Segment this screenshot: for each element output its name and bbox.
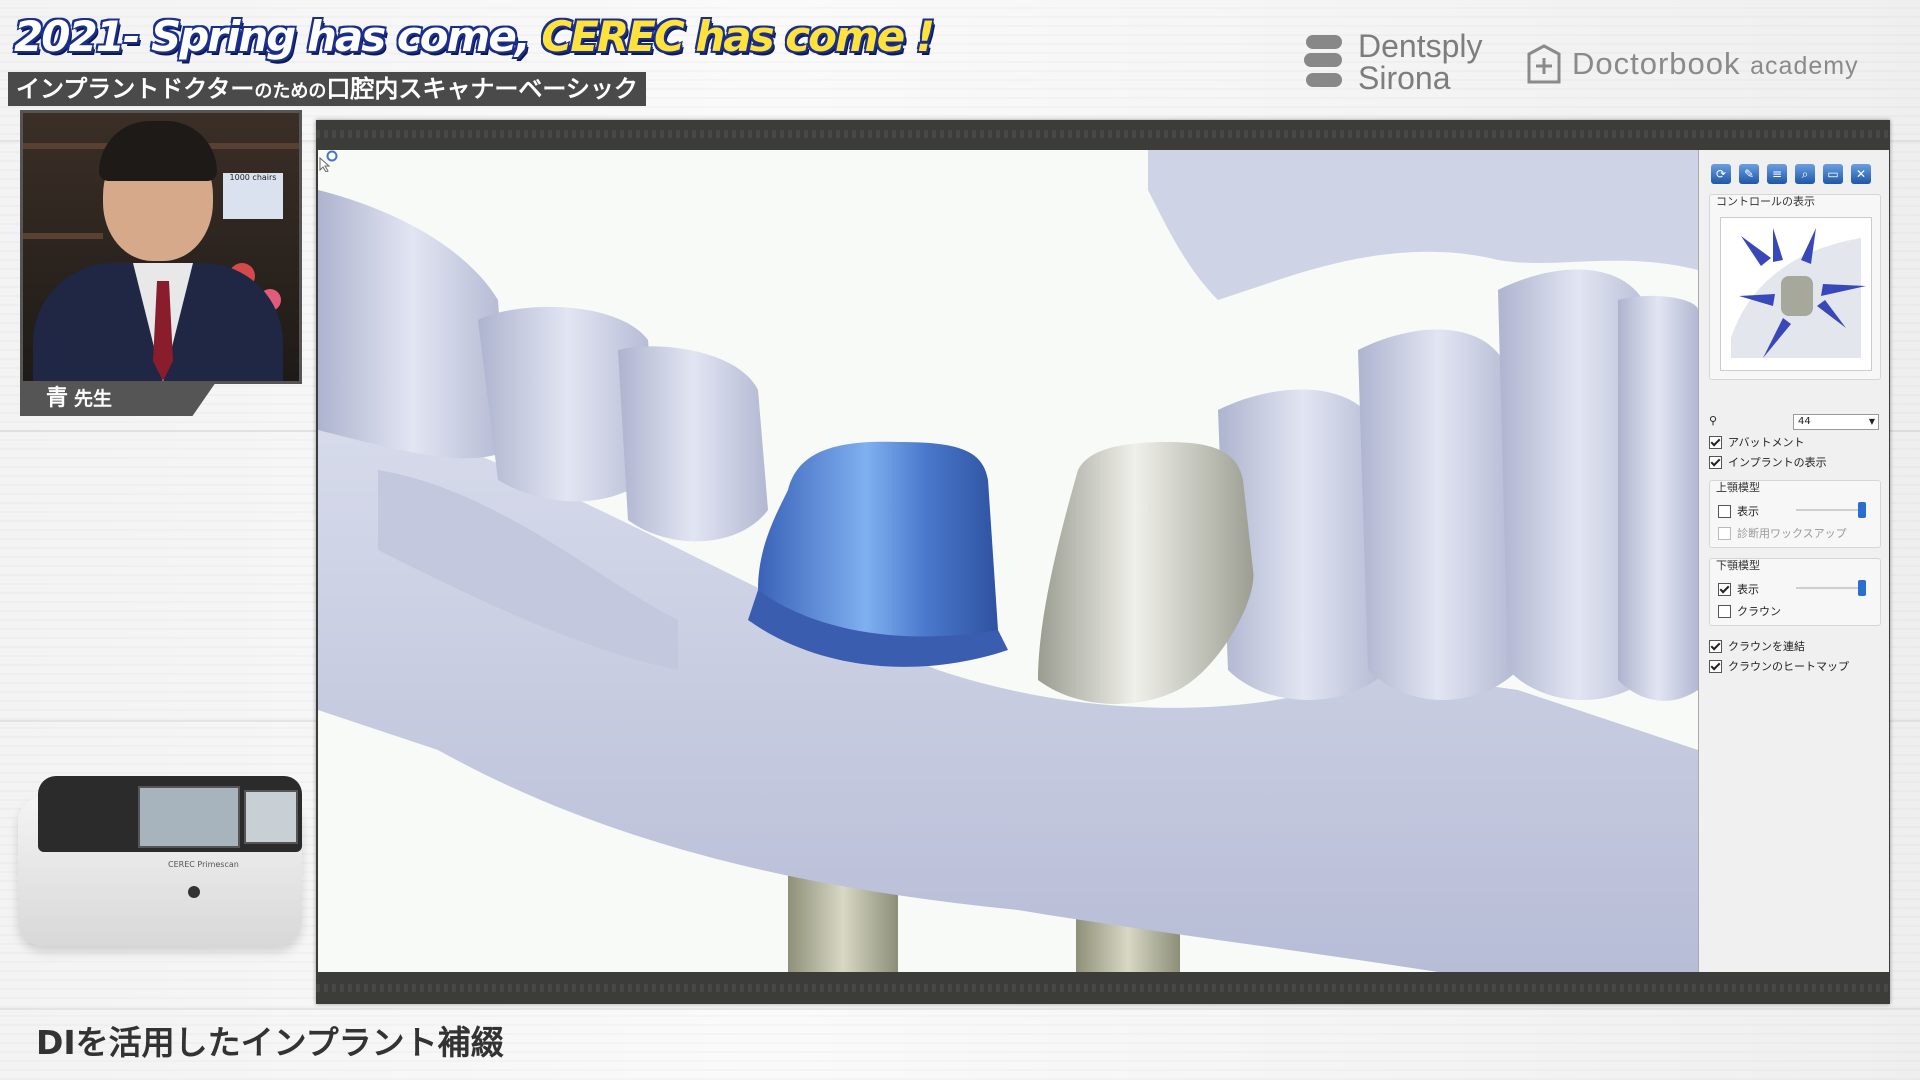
- diag-wax-row: 診断用ワックスアップ: [1718, 525, 1847, 541]
- cerec-app-window: ⟳ ✎ ≡ ⌕ ▭ ✕ コントロールの表示 ⚲ 44 ▼ アバットメント インプ…: [316, 120, 1890, 1004]
- subtitle-part-3: 口腔内スキャナーベーシック: [326, 75, 638, 103]
- academy-text: academy: [1750, 52, 1859, 80]
- abutment-checkbox-row[interactable]: アバットメント: [1709, 434, 1805, 450]
- panel-toolbar: ⟳ ✎ ≡ ⌕ ▭ ✕: [1711, 164, 1871, 184]
- upper-model-group: 上顎模型 表示 診断用ワックスアップ: [1709, 480, 1881, 548]
- presenter-name-tag: 青先生: [20, 382, 216, 416]
- dentsply-s-icon: [1302, 33, 1344, 91]
- scanner-device-image: CEREC Primescan: [18, 776, 304, 946]
- broadcast-title: 2021- Spring has come, CEREC has come !: [14, 12, 935, 61]
- connect-crown-checkbox[interactable]: [1709, 639, 1722, 653]
- broadcast-subtitle: インプラントドクターのための口腔内スキャナーベーシック: [8, 72, 646, 106]
- background-line: [0, 1008, 1920, 1010]
- upper-model-title: 上顎模型: [1716, 481, 1760, 494]
- tooth-premolar-left: [618, 346, 768, 542]
- control-view-title: コントロールの表示: [1716, 195, 1815, 208]
- tooth-icon: ⚲: [1709, 414, 1718, 427]
- edit-icon[interactable]: ✎: [1739, 164, 1759, 184]
- lower-model-title: 下顎模型: [1716, 559, 1760, 572]
- lower-opacity-slider[interactable]: [1796, 580, 1866, 596]
- lower-show-checkbox[interactable]: [1718, 582, 1731, 596]
- abutment-checkbox[interactable]: [1709, 435, 1722, 449]
- crown-row[interactable]: クラウン: [1718, 603, 1781, 619]
- book-cover: 1000 chairs: [223, 173, 283, 219]
- zoom-icon[interactable]: ⌕: [1795, 164, 1815, 184]
- device-screen: [138, 786, 240, 848]
- chevron-down-icon: ▼: [1868, 417, 1875, 426]
- subtitle-part-1: インプラントドクター: [16, 75, 255, 103]
- mouse-cursor-icon: [319, 150, 338, 172]
- tooth-selector-row: ⚲: [1709, 414, 1717, 427]
- device-secondary-screen: [244, 790, 298, 844]
- title-part-1: 2021- Spring has come,: [14, 12, 531, 61]
- layers-icon[interactable]: ≡: [1767, 164, 1787, 184]
- crown-heatmap-row[interactable]: クラウンのヒートマップ: [1709, 658, 1849, 674]
- presenter-video: 1000 chairs: [20, 110, 302, 384]
- doctorbook-text: Doctorbook: [1572, 46, 1741, 81]
- device-label: CEREC Primescan: [168, 860, 239, 869]
- control-view-group: コントロールの表示: [1709, 194, 1881, 380]
- upper-show-checkbox[interactable]: [1718, 504, 1731, 518]
- dentsply-text: Dentsply: [1358, 28, 1483, 64]
- implant-view-checkbox-row[interactable]: インプラントの表示: [1709, 454, 1827, 470]
- orientation-preview[interactable]: [1720, 217, 1872, 371]
- diag-wax-checkbox: [1718, 526, 1731, 540]
- dentsply-sirona-logo: Dentsply Sirona: [1302, 30, 1483, 94]
- window-icon[interactable]: ▭: [1823, 164, 1843, 184]
- connect-crown-row[interactable]: クラウンを連結: [1709, 638, 1805, 654]
- 3d-viewport[interactable]: [318, 150, 1698, 972]
- title-part-2: CEREC has come !: [541, 12, 935, 61]
- rotate-icon[interactable]: ⟳: [1711, 164, 1731, 184]
- lower-model-group: 下顎模型 表示 クラウン: [1709, 558, 1881, 626]
- control-panel: ⟳ ✎ ≡ ⌕ ▭ ✕ コントロールの表示 ⚲ 44 ▼ アバットメント インプ…: [1698, 150, 1889, 972]
- doctorbook-logo: Doctorbook academy: [1526, 44, 1859, 84]
- slide-caption: DIを活用したインプラント補綴: [36, 1023, 504, 1062]
- tooth-incisor-right-1: [1358, 329, 1518, 700]
- presenter-name: 青: [46, 386, 69, 411]
- subtitle-part-2: のための: [254, 81, 327, 102]
- doctorbook-shield-icon: [1527, 44, 1561, 84]
- dental-model-render: [318, 150, 1698, 972]
- slider-thumb[interactable]: [1858, 580, 1866, 596]
- tooth-incisor-right-3: [1618, 295, 1698, 701]
- crown-checkbox[interactable]: [1718, 604, 1731, 618]
- upper-show-row[interactable]: 表示: [1718, 503, 1759, 519]
- sirona-text: Sirona: [1358, 60, 1451, 96]
- presenter-title: 先生: [74, 388, 113, 410]
- crown-heatmap-checkbox[interactable]: [1709, 659, 1722, 673]
- lower-show-row[interactable]: 表示: [1718, 581, 1759, 597]
- tooth-number-select[interactable]: 44 ▼: [1793, 414, 1879, 430]
- crown-gray: [1038, 442, 1254, 704]
- slider-thumb[interactable]: [1858, 502, 1866, 518]
- orientation-arrows-icon: [1731, 228, 1866, 358]
- close-icon[interactable]: ✕: [1851, 164, 1871, 184]
- upper-opacity-slider[interactable]: [1796, 502, 1866, 518]
- implant-view-checkbox[interactable]: [1709, 455, 1722, 469]
